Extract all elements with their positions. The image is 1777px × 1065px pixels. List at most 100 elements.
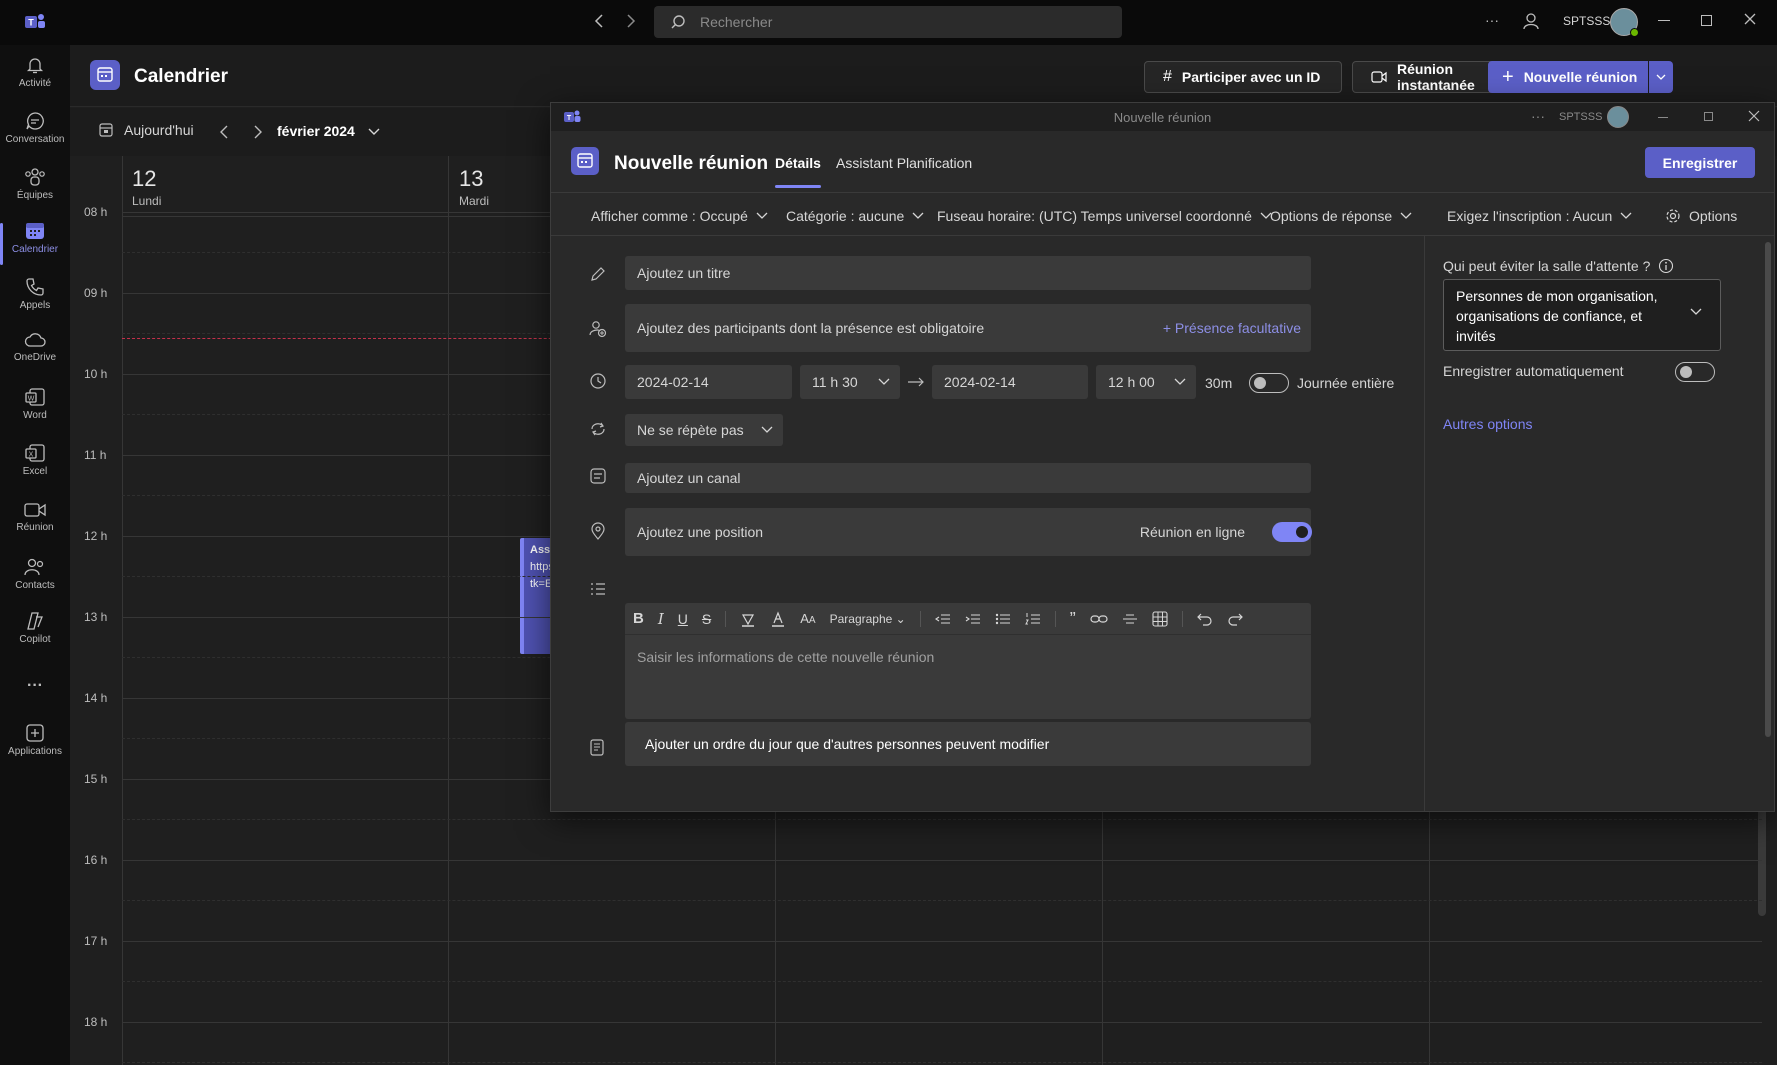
- options-button[interactable]: Options: [1665, 208, 1737, 224]
- calendar-icon: [0, 221, 70, 241]
- hour-label: 18 h: [84, 1015, 108, 1029]
- bullet-list-icon[interactable]: [995, 612, 1011, 626]
- agenda-button[interactable]: Ajouter un ordre du jour que d'autres pe…: [625, 722, 1311, 766]
- lobby-bypass-dropdown[interactable]: Personnes de mon organisation, organisat…: [1443, 279, 1721, 351]
- avatar[interactable]: [1610, 8, 1639, 37]
- meeting-details-form: Ajoutez un titre Ajoutez des participant…: [551, 236, 1423, 811]
- rail-item-label: Calendrier: [11, 244, 59, 255]
- rail-item-conversation[interactable]: Conversation: [0, 111, 70, 145]
- maximize-icon[interactable]: [1704, 112, 1713, 121]
- indent-icon[interactable]: [965, 612, 981, 626]
- minimize-icon[interactable]: [1658, 117, 1668, 118]
- close-icon[interactable]: [1748, 110, 1760, 122]
- info-icon[interactable]: [1658, 258, 1674, 274]
- rail-item-copilot[interactable]: Copilot: [0, 611, 70, 645]
- more-options-icon[interactable]: ···: [1485, 12, 1499, 28]
- rich-text-editor[interactable]: B I U S AA Paragraphe ⌄ ” Saisir les inf…: [625, 603, 1311, 719]
- online-meeting-toggle[interactable]: [1272, 522, 1312, 542]
- grid-line: [122, 1022, 1762, 1023]
- repeat-dropdown[interactable]: Ne se répète pas: [625, 414, 783, 446]
- tab-scheduling-assistant[interactable]: Assistant Planification: [836, 155, 972, 171]
- more-apps-button[interactable]: ···: [0, 677, 70, 695]
- rail-item-activity[interactable]: Activité: [0, 55, 70, 89]
- save-button[interactable]: Enregistrer: [1645, 147, 1755, 178]
- rail-item-calls[interactable]: Appels: [0, 277, 70, 311]
- search-icon: [670, 14, 686, 30]
- auto-record-toggle[interactable]: [1675, 362, 1715, 382]
- rail-item-meeting[interactable]: Réunion: [0, 501, 70, 533]
- new-meeting-button[interactable]: + Nouvelle réunion: [1488, 61, 1648, 93]
- all-day-toggle[interactable]: [1249, 373, 1289, 393]
- profile-settings-icon[interactable]: [1523, 12, 1539, 30]
- redo-icon[interactable]: [1227, 612, 1243, 626]
- rail-item-label: Équipes: [16, 190, 54, 201]
- maximize-icon[interactable]: [1701, 15, 1712, 26]
- start-date-input[interactable]: 2024-02-14: [625, 365, 792, 399]
- numbered-list-icon[interactable]: [1024, 612, 1041, 626]
- avatar[interactable]: [1607, 106, 1629, 128]
- lobby-bypass-value: Personnes de mon organisation, organisat…: [1456, 288, 1658, 344]
- hour-label: 09 h: [84, 286, 108, 300]
- toolbar-divider: [919, 610, 921, 627]
- new-meeting-dropdown[interactable]: [1649, 61, 1673, 93]
- meeting-side-panel: Qui peut éviter la salle d'attente ? Per…: [1424, 236, 1774, 811]
- rail-item-contacts[interactable]: Contacts: [0, 557, 70, 591]
- table-icon[interactable]: [1152, 610, 1168, 627]
- link-icon[interactable]: [1090, 613, 1108, 625]
- start-date-value: 2024-02-14: [637, 374, 709, 390]
- previous-week-icon[interactable]: [218, 124, 230, 140]
- registration-dropdown[interactable]: Exigez l'inscription : Aucun: [1447, 208, 1632, 224]
- back-arrow-icon[interactable]: [592, 13, 606, 29]
- highlight-icon[interactable]: [740, 611, 756, 627]
- channel-icon: [589, 467, 607, 485]
- category-dropdown[interactable]: Catégorie : aucune: [786, 208, 924, 224]
- close-icon[interactable]: [1743, 12, 1757, 26]
- forward-arrow-icon[interactable]: [624, 13, 638, 29]
- undo-icon[interactable]: [1196, 612, 1213, 626]
- month-selector[interactable]: février 2024: [277, 123, 355, 139]
- rail-item-excel[interactable]: X Excel: [0, 443, 70, 477]
- more-options-link[interactable]: Autres options: [1443, 416, 1533, 432]
- font-size-icon[interactable]: AA: [800, 611, 815, 626]
- today-button[interactable]: Aujourd'hui: [98, 122, 194, 138]
- font-color-icon[interactable]: [770, 610, 786, 627]
- bold-icon[interactable]: B: [633, 610, 644, 627]
- tab-details[interactable]: Détails: [775, 155, 821, 188]
- next-week-icon[interactable]: [252, 124, 264, 140]
- minimize-icon[interactable]: [1658, 20, 1670, 21]
- timezone-dropdown[interactable]: Fuseau horaire: (UTC) Temps universel co…: [937, 208, 1272, 224]
- search-input[interactable]: Rechercher: [654, 6, 1122, 38]
- show-as-dropdown[interactable]: Afficher comme : Occupé: [591, 208, 768, 224]
- location-input[interactable]: Ajoutez une position Réunion en ligne: [625, 508, 1311, 556]
- paragraph-dropdown[interactable]: Paragraphe ⌄: [830, 612, 906, 626]
- attendees-input[interactable]: Ajoutez des participants dont la présenc…: [625, 304, 1311, 352]
- end-date-input[interactable]: 2024-02-14: [932, 365, 1088, 399]
- underline-icon[interactable]: U: [678, 611, 688, 627]
- rail-item-onedrive[interactable]: OneDrive: [0, 331, 70, 363]
- chevron-down-icon[interactable]: [368, 128, 380, 136]
- strikethrough-icon[interactable]: S: [702, 611, 711, 627]
- italic-icon[interactable]: I: [658, 610, 664, 628]
- channel-input[interactable]: Ajoutez un canal: [625, 463, 1311, 493]
- registration-label: Exigez l'inscription : Aucun: [1447, 208, 1613, 224]
- grid-line: [122, 1062, 1762, 1063]
- editor-placeholder: Saisir les informations de cette nouvell…: [637, 649, 935, 665]
- optional-attendees-link[interactable]: + Présence facultative: [1163, 320, 1301, 336]
- rail-item-applications[interactable]: Applications: [0, 723, 70, 757]
- more-options-icon[interactable]: ···: [1531, 108, 1545, 124]
- start-time-dropdown[interactable]: 11 h 30: [800, 365, 900, 399]
- response-options-dropdown[interactable]: Options de réponse: [1270, 208, 1412, 224]
- rail-item-calendar[interactable]: Calendrier: [0, 221, 70, 265]
- chevron-down-icon: [1400, 212, 1412, 220]
- end-time-dropdown[interactable]: 12 h 00: [1096, 365, 1196, 399]
- rail-item-word[interactable]: W Word: [0, 387, 70, 421]
- quote-icon[interactable]: ”: [1070, 610, 1076, 628]
- scrollbar[interactable]: [1765, 242, 1771, 737]
- rail-item-teams[interactable]: Équipes: [0, 167, 70, 201]
- horizontal-rule-icon[interactable]: [1122, 612, 1138, 626]
- user-label: SPTSSS: [1563, 14, 1611, 28]
- title-input[interactable]: Ajoutez un titre: [625, 256, 1311, 290]
- outdent-icon[interactable]: [934, 612, 951, 626]
- join-with-id-button[interactable]: # Participer avec un ID: [1144, 61, 1342, 93]
- today-label: Aujourd'hui: [124, 122, 194, 138]
